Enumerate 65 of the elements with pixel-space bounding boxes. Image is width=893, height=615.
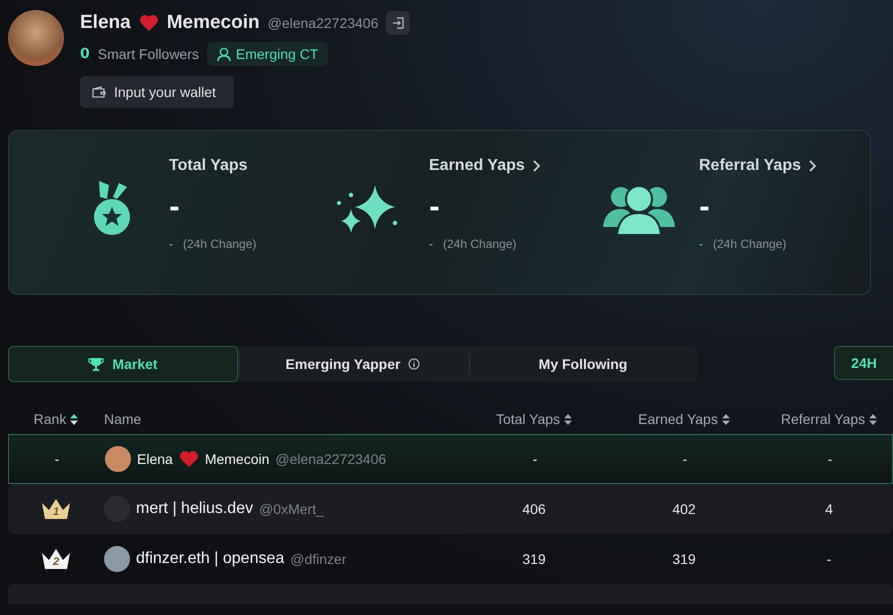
user-handle: @elena22723406 [268,15,378,31]
trophy-icon [88,356,104,372]
sort-icon[interactable] [70,414,78,424]
heart-icon [178,450,199,468]
category-badge: Emerging CT [206,42,328,66]
stat-value: - [429,193,440,223]
stat-title: Total Yaps [169,157,248,175]
stat-value: - [169,193,180,223]
sort-icon[interactable] [869,414,878,424]
change-label: (24h Change) [183,237,256,251]
change-label: (24h Change) [443,237,516,251]
chevron-right-icon [530,160,541,172]
total-yaps-cell-text: 406 [521,501,547,517]
rank-cell-text: - [54,451,60,467]
avatar-photo [104,546,130,572]
column-header[interactable]: Referral Yaps [780,411,866,427]
wallet-icon [92,86,106,98]
stat-change: - [699,237,703,251]
avatar-photo [105,446,131,472]
tab[interactable]: Emerging Yapper [238,346,468,382]
logout-button[interactable] [386,11,410,35]
stat-title-link[interactable]: Referral Yaps [699,157,817,175]
user-name: dfinzer.eth | opensea [136,550,284,568]
period-button[interactable]: 24H [834,346,893,380]
wallet-button[interactable]: Input your wallet [80,76,234,108]
column-header[interactable]: Earned Yaps [638,411,718,427]
sort-icon[interactable] [722,414,730,424]
user-handle: @dfinzer [290,551,346,567]
smart-followers-count: 0 [80,46,90,62]
own-rank-row[interactable]: - Elena Memecoin @elena22723406 - - - [8,434,893,484]
column-header[interactable]: Total Yaps [496,411,560,427]
column-header: Name [104,411,142,427]
column-header[interactable]: Rank [34,411,66,427]
total-yaps-cell-text: 319 [521,551,547,567]
user-name: mert | helius.dev [136,500,254,518]
logout-icon [392,17,404,29]
crown-badge: 2 [40,547,72,571]
leaderboard-row[interactable]: 2 dfinzer.eth | opensea @dfinzer 319 319 - [8,534,893,584]
stat-title-link[interactable]: Earned Yaps [429,157,541,175]
user-name: Elena [80,12,131,34]
tab[interactable]: Market [8,346,238,382]
earned-yaps-cell-text: 319 [671,551,697,567]
user-name: Memecoin [166,12,260,34]
referral-yaps-cell-text: - [826,451,834,467]
change-label: (24h Change) [713,237,786,251]
user-name: Elena [137,451,173,467]
stat-value: - [699,193,710,223]
user-handle: @0xMert_ [259,501,324,517]
user-name: Memecoin [204,451,270,467]
heart-icon [138,14,159,32]
referral-yaps-cell-text: - [826,551,832,567]
leaderboard-row[interactable]: 1 mert | helius.dev @0xMert_ 406 402 4 [8,484,893,534]
tab[interactable]: My Following [468,346,698,382]
sort-icon[interactable] [564,414,572,424]
stat-change: - [169,237,173,251]
earned-yaps-cell-text: - [682,451,688,467]
crown-badge: 1 [40,497,72,521]
total-yaps-cell-text: - [532,451,538,467]
user-handle: @elena22723406 [275,451,386,467]
earned-yaps-cell-text: 402 [671,501,697,517]
referral-yaps-cell-text: 4 [824,501,834,517]
chevron-right-icon [807,160,817,172]
stat-change: - [429,237,433,251]
info-icon[interactable] [408,358,420,370]
smart-followers-label: Smart Followers [98,46,199,62]
